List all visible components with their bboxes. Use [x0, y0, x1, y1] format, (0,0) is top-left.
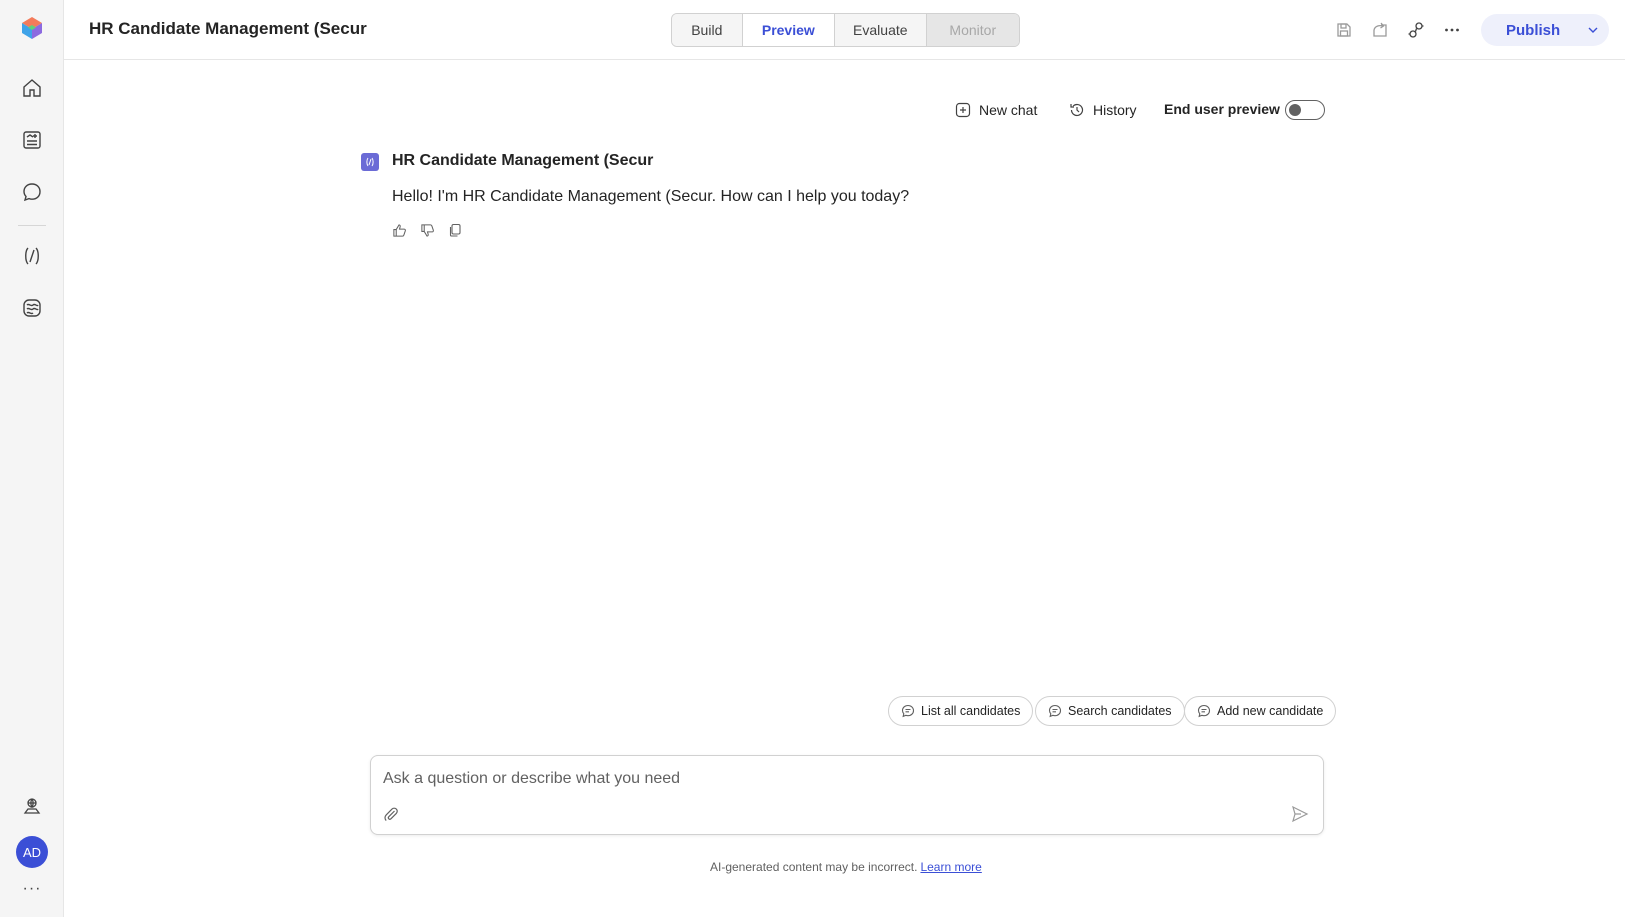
- suggestion-add-new-candidate[interactable]: Add new candidate: [1184, 696, 1337, 726]
- publish-button[interactable]: Publish: [1481, 14, 1609, 46]
- tab-preview[interactable]: Preview: [742, 14, 836, 46]
- bot-avatar-icon: [361, 153, 379, 171]
- ai-disclaimer: AI-generated content may be incorrect. Le…: [710, 860, 982, 874]
- thumbs-down-icon[interactable]: [418, 221, 436, 239]
- bot-message: Hello! I'm HR Candidate Management (Secu…: [392, 188, 910, 205]
- create-icon[interactable]: [18, 126, 46, 154]
- suggestion-label: Add new candidate: [1217, 704, 1324, 718]
- left-rail: AD ···: [0, 0, 64, 917]
- new-chat-button[interactable]: New chat: [955, 98, 1037, 122]
- learn-more-link[interactable]: Learn more: [920, 860, 981, 874]
- new-chat-label: New chat: [979, 102, 1038, 118]
- chat-input[interactable]: [383, 766, 1283, 792]
- tab-evaluate[interactable]: Evaluate: [835, 14, 927, 46]
- tab-monitor: Monitor: [926, 14, 1019, 46]
- attach-icon[interactable]: [381, 804, 401, 824]
- share-icon[interactable]: [1368, 18, 1392, 42]
- toggle-knob: [1289, 104, 1301, 116]
- more-options-icon[interactable]: [1440, 18, 1464, 42]
- tab-build[interactable]: Build: [672, 14, 743, 46]
- thumbs-up-icon[interactable]: [390, 221, 408, 239]
- suggestion-list-all-candidates[interactable]: List all candidates: [888, 696, 1034, 726]
- history-label: History: [1093, 102, 1137, 118]
- suggestion-label: Search candidates: [1068, 704, 1172, 718]
- copilot-studio-logo-icon[interactable]: [18, 14, 46, 42]
- bot-name: HR Candidate Management (Secur: [392, 152, 654, 169]
- avatar[interactable]: AD: [16, 836, 48, 868]
- suggestion-search-candidates[interactable]: Search candidates: [1035, 696, 1185, 726]
- rail-divider: [18, 225, 46, 226]
- chat-bubble-icon: [901, 704, 915, 718]
- mode-tabs: Build Preview Evaluate Monitor: [671, 13, 1020, 47]
- publish-label: Publish: [1506, 21, 1561, 39]
- page-title: HR Candidate Management (Secur: [89, 19, 367, 38]
- chat-composer: [370, 755, 1324, 835]
- chevron-down-icon[interactable]: [1585, 22, 1601, 38]
- disclaimer-text: AI-generated content may be incorrect.: [710, 860, 918, 874]
- flows-icon[interactable]: [18, 242, 46, 270]
- more-icon[interactable]: ···: [18, 880, 46, 900]
- send-icon[interactable]: [1289, 803, 1311, 825]
- environment-icon[interactable]: [18, 792, 46, 820]
- tools-icon[interactable]: [18, 294, 46, 322]
- save-icon[interactable]: [1332, 18, 1356, 42]
- top-bar: HR Candidate Management (Secur Build Pre…: [64, 0, 1625, 60]
- history-icon: [1070, 103, 1084, 117]
- history-button[interactable]: History: [1069, 98, 1137, 122]
- end-user-preview-toggle[interactable]: [1285, 100, 1325, 120]
- agents-icon[interactable]: [18, 178, 46, 206]
- home-icon[interactable]: [18, 74, 46, 102]
- chat-bubble-icon: [1197, 704, 1211, 718]
- suggestion-label: List all candidates: [921, 704, 1021, 718]
- chat-bubble-icon: [1048, 704, 1062, 718]
- new-chat-icon: [955, 102, 971, 118]
- copy-icon[interactable]: [446, 221, 464, 239]
- connect-icon[interactable]: [1404, 18, 1428, 42]
- end-user-preview-label: End user preview: [1164, 101, 1280, 117]
